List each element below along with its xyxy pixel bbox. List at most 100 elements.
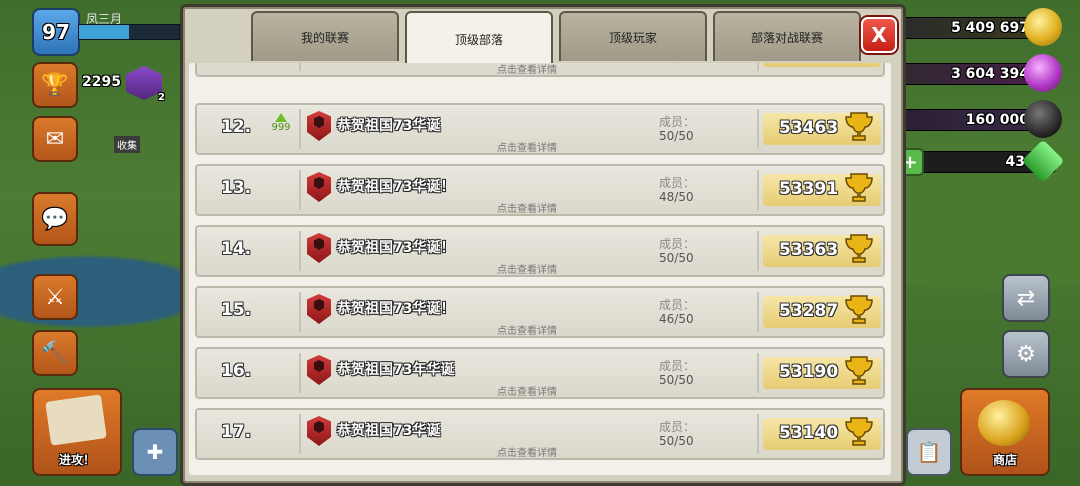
shop-label: 商店 — [992, 453, 1017, 467]
clan-row[interactable]: 11. 恭贺祖国73华诞！ 点击查看详情 成员： 50/50 53551 — [195, 63, 885, 77]
clan-badge-icon — [307, 111, 331, 141]
shop-coins-icon — [978, 400, 1030, 446]
attack-label: 进攻！ — [58, 453, 95, 467]
divider — [757, 292, 759, 332]
tab-label: 我的联赛 — [300, 30, 349, 45]
divider — [757, 414, 759, 454]
clan-name: 恭贺祖国73华诞！ — [337, 301, 455, 317]
chat-button[interactable]: 💬 — [32, 192, 78, 246]
clan-trophies: 53551 — [763, 63, 881, 67]
clan-trophies: 53391 — [763, 173, 881, 206]
clan-name: 恭贺祖国73华诞！ — [337, 240, 455, 256]
clan-row[interactable]: 15. 恭贺祖国73华诞！ 点击查看详情 成员： 46/50 53287 — [195, 286, 885, 338]
view-details-hint: 点击查看详情 — [497, 65, 557, 76]
divider — [757, 353, 759, 393]
dark-elixir-icon — [1024, 100, 1062, 138]
crossed-swords-icon: ⚔ — [45, 284, 65, 310]
clan-trophies: 53140 — [763, 417, 881, 450]
view-details-hint: 点击查看详情 — [497, 448, 557, 459]
battle-button[interactable]: ⚔ — [32, 274, 78, 320]
clan-row[interactable]: 14. 恭贺祖国73华诞！ 点击查看详情 成员： 50/50 53363 — [195, 225, 885, 277]
clan-row[interactable]: 12. 999 恭贺祖国73华诞 点击查看详情 成员： 50/50 53463 — [195, 103, 885, 155]
dark-elixir-resource: 160 000 — [898, 100, 1062, 138]
close-button[interactable]: X — [861, 17, 897, 53]
shield-icon: ✚ — [146, 440, 164, 464]
members-count: 50/50 — [659, 129, 694, 143]
tab-label: 部落对战联赛 — [750, 30, 823, 45]
map-icon — [45, 394, 107, 446]
clan-row[interactable]: 17. 恭贺祖国73华诞 点击查看详情 成员： 50/50 53140 — [195, 408, 885, 460]
attack-button[interactable]: 进攻！ — [32, 388, 122, 476]
hammer-icon: 🔨 — [41, 340, 69, 366]
tab-label: 顶级部落 — [454, 32, 503, 47]
gold-coin-icon — [1024, 8, 1062, 46]
tab-top-clans[interactable]: 顶级部落 — [405, 11, 553, 65]
trophy-icon — [845, 173, 873, 202]
divider — [757, 109, 759, 149]
leaderboard-modal: 我的联赛 顶级部落 顶级玩家 部落对战联赛 X 11. 恭贺祖国73华诞！ 点击… — [180, 4, 906, 486]
divider — [299, 414, 301, 454]
trophy-button[interactable]: 🏆 — [32, 62, 78, 108]
chat-icon: 💬 — [41, 206, 69, 232]
clan-badge-inner — [314, 421, 324, 433]
tab-my-league[interactable]: 我的联赛 — [251, 11, 399, 61]
tab-top-players[interactable]: 顶级玩家 — [559, 11, 707, 61]
clan-badge-inner — [314, 116, 324, 128]
level-badge[interactable]: 97 — [32, 8, 80, 56]
collect-label[interactable]: 收集 — [114, 136, 140, 153]
shield-button[interactable]: ✚ — [132, 428, 178, 476]
divider — [757, 170, 759, 210]
clipboard-icon: 📋 — [916, 440, 942, 464]
clan-name: 恭贺祖国73华诞 — [337, 423, 441, 439]
clan-trophy-count: 53287 — [779, 301, 839, 321]
clan-trophies: 53287 — [763, 295, 881, 328]
view-details-hint: 点击查看详情 — [497, 143, 557, 154]
tab-clan-war-league[interactable]: 部落对战联赛 — [713, 11, 861, 61]
swap-button[interactable]: ⇄ — [1002, 274, 1050, 322]
divider — [299, 231, 301, 271]
members-count: 50/50 — [659, 434, 694, 448]
divider — [299, 292, 301, 332]
view-details-hint: 点击查看详情 — [497, 204, 557, 215]
level-number: 97 — [42, 20, 70, 44]
rank: 17. — [221, 422, 252, 442]
divider — [299, 353, 301, 393]
view-details-hint: 点击查看详情 — [497, 387, 557, 398]
view-details-hint: 点击查看详情 — [497, 265, 557, 276]
tab-label: 顶级玩家 — [608, 30, 657, 45]
divider — [757, 63, 759, 71]
trophy-icon — [845, 295, 873, 324]
clan-badge-inner — [314, 360, 324, 372]
notes-button[interactable]: 📋 — [906, 428, 952, 476]
league-level: 2 — [158, 92, 165, 103]
clan-row[interactable]: 13. 恭贺祖国73华诞！ 点击查看详情 成员： 48/50 53391 — [195, 164, 885, 216]
members-count: 50/50 — [659, 63, 694, 65]
trophy-icon — [843, 63, 875, 67]
mail-icon: ✉ — [45, 126, 65, 152]
rank: 16. — [221, 361, 252, 381]
close-icon: X — [871, 23, 887, 47]
members-label: 成员： — [659, 298, 696, 312]
clan-badge-icon — [307, 172, 331, 202]
clan-badge-inner — [314, 238, 324, 250]
divider — [299, 109, 301, 149]
clan-row[interactable]: 16. 恭贺祖国73年华诞 点击查看详情 成员： 50/50 53190 — [195, 347, 885, 399]
members-count: 50/50 — [659, 373, 694, 387]
gem-resource: 43 + — [896, 139, 1065, 183]
shop-button[interactable]: 商店 — [960, 388, 1050, 476]
clan-trophies: 53463 — [763, 112, 881, 145]
clan-badge-icon — [307, 416, 331, 446]
divider — [299, 63, 301, 71]
xp-bar — [78, 24, 180, 40]
divider — [299, 170, 301, 210]
trophy-icon: 🏆 — [41, 72, 69, 98]
settings-button[interactable]: ⚙ — [1002, 330, 1050, 378]
clan-trophy-count: 53190 — [779, 362, 839, 382]
clan-trophy-count: 53140 — [779, 423, 839, 443]
builder-tool-button[interactable]: 🔨 — [32, 330, 78, 376]
trophy-icon — [845, 356, 873, 385]
rank: 12. — [221, 117, 252, 137]
members-label: 成员： — [659, 420, 696, 434]
mail-button[interactable]: ✉ — [32, 116, 78, 162]
clan-list[interactable]: 11. 恭贺祖国73华诞！ 点击查看详情 成员： 50/50 53551 12.… — [189, 63, 891, 475]
